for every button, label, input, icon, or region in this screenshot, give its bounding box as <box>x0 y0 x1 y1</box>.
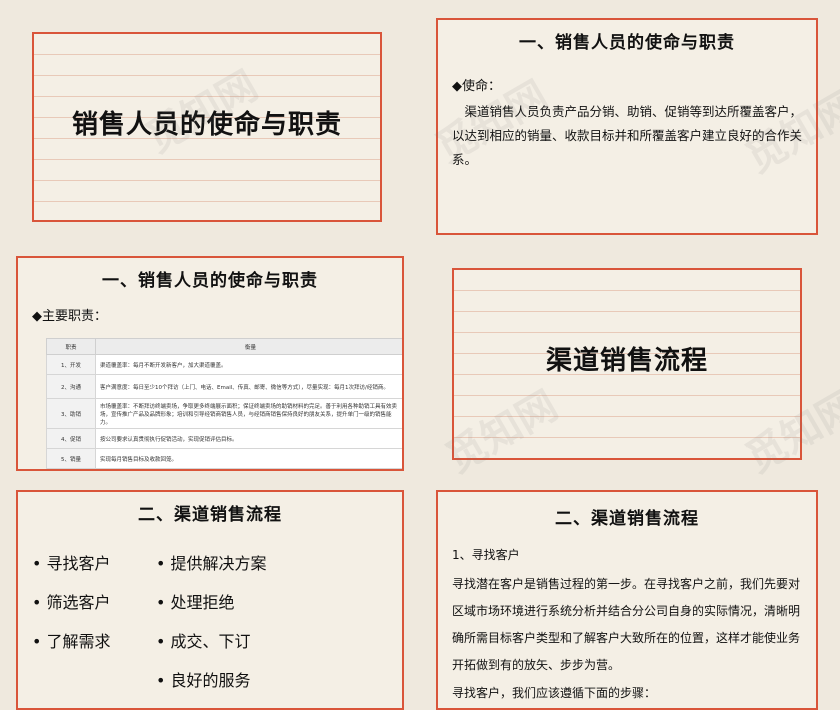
slide-title: 二、渠道销售流程 <box>138 505 282 525</box>
list-item-label: 成交、下订 <box>170 632 251 651</box>
slide-title: 二、渠道销售流程 <box>555 509 699 529</box>
slide-cover-process[interactable]: 渠道销售流程 <box>452 268 802 460</box>
cover-title: 渠道销售流程 <box>545 346 708 376</box>
table-cell: 5、销量 <box>46 448 96 469</box>
cover-title: 销售人员的使命与职责 <box>71 110 342 140</box>
slide-title: 一、销售人员的使命与职责 <box>102 271 318 291</box>
list-item: • 良好的服务 <box>156 671 251 690</box>
table-cell: 2、沟通 <box>46 374 96 399</box>
list-item-label: 筛选客户 <box>46 593 111 612</box>
table-row: 2、沟通 客户满意度：每日至少10个拜访（上门、电话、Email、传真、邮寄、微… <box>46 374 402 399</box>
steps-list-left: • 寻找客户 • 筛选客户 • 了解需求 <box>32 550 111 667</box>
table-cell: 按公司要求认真贯彻执行促销活动，实现促销评估目标。 <box>95 428 402 449</box>
list-item-label: 寻找客户 <box>46 554 111 573</box>
steps-list-right: • 提供解决方案 • 处理拒绝 • 成交、下订 • 良好的服务 <box>156 550 267 706</box>
table-header: 职责 <box>46 338 96 355</box>
table-cell: 市场覆盖率：不断拜访终端卖场，争取更多终端展示面积；保证终端卖场的助销材料的完足… <box>95 398 402 429</box>
duties-table: 职责 衡量 1、开发 渠道覆盖率：每月不断开发新客户，加大渠道覆盖。 2、沟通 … <box>46 338 402 469</box>
list-item: • 寻找客户 <box>32 554 111 573</box>
table-row: 4、促销 按公司要求认真贯彻执行促销活动，实现促销评估目标。 <box>46 428 402 449</box>
list-item: • 筛选客户 <box>32 593 111 612</box>
table-cell: 客户满意度：每日至少10个拜访（上门、电话、Email、传真、邮寄、微信等方式）… <box>95 374 402 399</box>
list-item-label: 良好的服务 <box>170 671 251 690</box>
list-item-label: 了解需求 <box>46 632 111 651</box>
slide-process-steps[interactable]: 二、渠道销售流程 • 寻找客户 • 筛选客户 • 了解需求 • 提供解决方案 •… <box>16 490 404 710</box>
table-cell: 渠道覆盖率：每月不断开发新客户，加大渠道覆盖。 <box>95 354 402 375</box>
table-cell: 1、开发 <box>46 354 96 375</box>
step-heading: 1、寻找客户 <box>452 548 520 562</box>
table-row: 5、销量 实现每月销售目标及收款回笼。 <box>46 448 402 469</box>
list-item: • 提供解决方案 <box>156 554 267 573</box>
list-item-label: 提供解决方案 <box>170 554 267 573</box>
list-item-label: 处理拒绝 <box>170 593 235 612</box>
table-row: 1、开发 渠道覆盖率：每月不断开发新客户，加大渠道覆盖。 <box>46 354 402 375</box>
slide-duties[interactable]: 一、销售人员的使命与职责 ◆主要职责： 职责 衡量 1、开发 渠道覆盖率：每月不… <box>16 256 404 471</box>
step-text: 寻找潜在客户是销售过程的第一步。在寻找客户之前，我们先要对区域市场环境进行系统分… <box>452 577 801 672</box>
slide-title: 一、销售人员的使命与职责 <box>519 33 735 53</box>
slide-find-customers[interactable]: 二、渠道销售流程 1、寻找客户 寻找潜在客户是销售过程的第一步。在寻找客户之前，… <box>436 490 818 710</box>
list-item: • 了解需求 <box>32 632 111 651</box>
mission-heading: ◆使命： <box>452 79 501 94</box>
step-tail: 寻找客户，我们应该遵循下面的步骤： <box>452 686 657 700</box>
table-row: 3、助销 市场覆盖率：不断拜访终端卖场，争取更多终端展示面积；保证终端卖场的助销… <box>46 398 402 429</box>
mission-text: 渠道销售人员负责产品分销、助销、促销等到达所覆盖客户，以达到相应的销量、收款目标… <box>452 104 803 167</box>
duties-heading: ◆主要职责： <box>32 309 107 324</box>
slide-mission[interactable]: 一、销售人员的使命与职责 ◆使命： 渠道销售人员负责产品分销、助销、促销等到达所… <box>436 18 818 235</box>
list-item: • 成交、下订 <box>156 632 251 651</box>
slide-cover-mission[interactable]: 销售人员的使命与职责 <box>32 32 382 222</box>
list-item: • 处理拒绝 <box>156 593 235 612</box>
table-cell: 4、促销 <box>46 428 96 449</box>
table-cell: 实现每月销售目标及收款回笼。 <box>95 448 402 469</box>
table-cell: 3、助销 <box>46 398 96 429</box>
table-header: 衡量 <box>95 338 402 355</box>
